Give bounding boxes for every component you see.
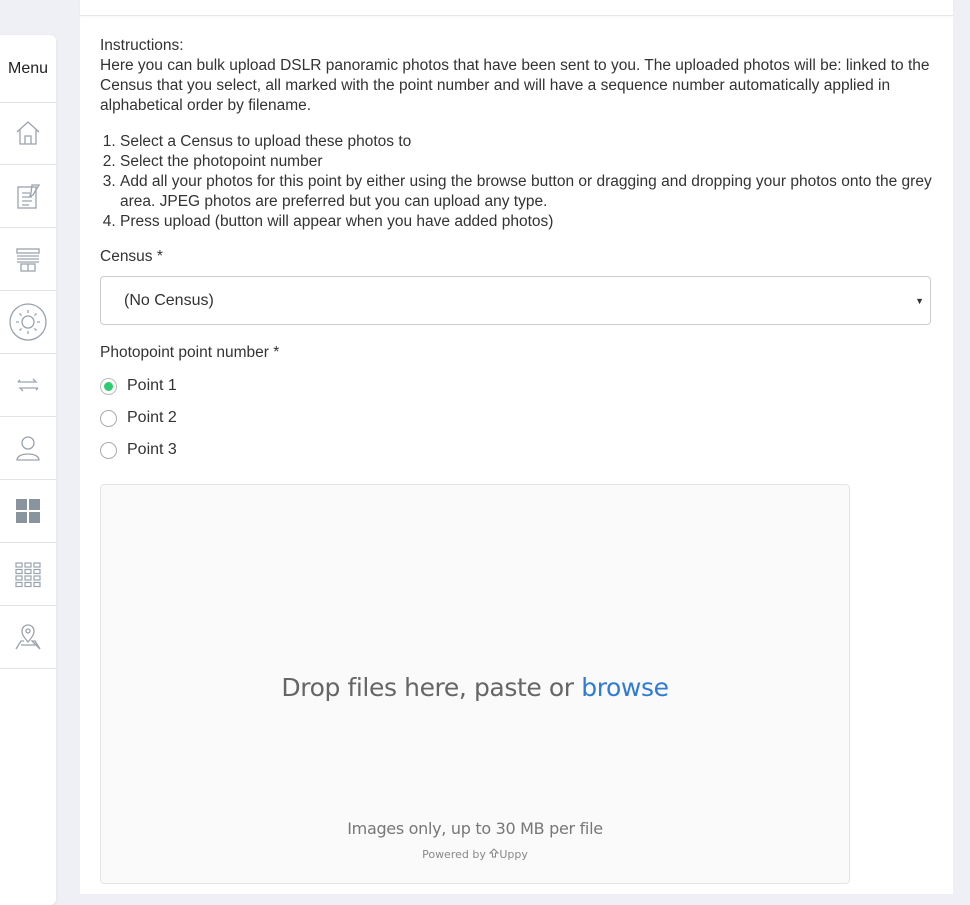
nav-item-apps[interactable] (0, 543, 56, 606)
dropzone-text: Drop files here, paste or browse (101, 673, 849, 702)
home-icon (16, 121, 40, 145)
uppy-logo-icon (489, 848, 500, 858)
nav-item-user[interactable] (0, 417, 56, 480)
radio-button-checked[interactable] (100, 377, 117, 395)
sidebar: Menu (0, 35, 56, 905)
instruction-step: Press upload (button will appear when yo… (120, 212, 940, 232)
radio-button[interactable] (100, 409, 117, 427)
radio-label: Point 3 (127, 441, 177, 458)
instruction-step: Add all your photos for this point by ei… (120, 172, 940, 212)
radio-label: Point 1 (127, 377, 177, 394)
instruction-step: Select a Census to upload these photos t… (120, 132, 940, 152)
stack-icon (16, 248, 40, 272)
menu-label[interactable]: Menu (0, 35, 56, 103)
file-dropzone[interactable]: Drop files here, paste or browse Images … (100, 484, 850, 884)
census-selected-value: (No Census) (124, 291, 214, 309)
sun-icon (9, 303, 47, 341)
apps-grid-icon (15, 562, 41, 588)
photopoint-option-1[interactable]: Point 1 (100, 377, 177, 395)
radio-label: Point 2 (127, 409, 177, 426)
main-panel: Instructions: Here you can bulk upload D… (80, 0, 953, 894)
dropzone-note: Images only, up to 30 MB per file (347, 819, 603, 838)
dropzone-prompt: Drop files here, paste or (281, 673, 574, 702)
user-icon (16, 436, 40, 461)
chevron-down-icon: ▼ (915, 296, 924, 306)
nav-item-home[interactable] (0, 102, 56, 165)
nav-item-edit[interactable] (0, 165, 56, 228)
map-pin-icon (15, 624, 41, 650)
nav-item-sun[interactable] (0, 291, 56, 354)
dashboard-grid-icon (16, 499, 40, 523)
nav-item-transfer[interactable] (0, 354, 56, 417)
uppy-brand[interactable]: Uppy (499, 848, 528, 861)
nav-item-map[interactable] (0, 606, 56, 669)
powered-by: Powered by Uppy (101, 848, 849, 861)
photopoint-option-2[interactable]: Point 2 (100, 409, 177, 427)
instructions-steps: Select a Census to upload these photos t… (100, 132, 940, 232)
transfer-arrows-icon (17, 378, 39, 392)
instruction-step: Select the photopoint number (120, 152, 940, 172)
top-strip (80, 0, 953, 16)
nav-item-stack[interactable] (0, 228, 56, 291)
census-select[interactable]: (No Census) ▼ (100, 276, 931, 325)
nav-item-dashboard[interactable] (0, 480, 56, 543)
browse-link[interactable]: browse (581, 673, 669, 702)
photopoint-label: Photopoint point number * (100, 344, 280, 361)
census-label: Census * (100, 248, 163, 265)
powered-by-label: Powered by (422, 848, 486, 861)
instructions: Instructions: Here you can bulk upload D… (100, 36, 940, 232)
instructions-title: Instructions: (100, 37, 184, 54)
photopoint-option-3[interactable]: Point 3 (100, 441, 177, 459)
instructions-text: Here you can bulk upload DSLR panoramic … (100, 57, 930, 114)
edit-document-icon (17, 184, 41, 209)
radio-button[interactable] (100, 441, 117, 459)
